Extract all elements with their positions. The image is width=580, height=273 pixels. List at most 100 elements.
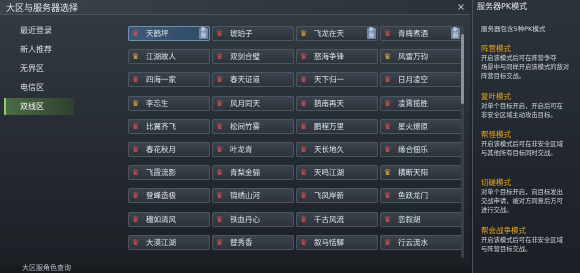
server-cell[interactable]: ♛ 鹏程万里 bbox=[296, 118, 378, 134]
server-cell[interactable]: ♛ 鱼跃龙门 bbox=[380, 188, 462, 204]
crown-icon: ♛ bbox=[132, 145, 140, 154]
pk-mode-4: 帮会战争模式 开启该模式后可在非安全区域 与阵营目标交战。 bbox=[481, 226, 579, 254]
crown-icon: ♛ bbox=[132, 29, 140, 38]
server-cell[interactable]: ♛ 风雷万钧 bbox=[380, 49, 462, 65]
server-name: 锦绣山河 bbox=[230, 191, 260, 201]
server-name: 叙马恬驛 bbox=[314, 237, 344, 247]
server-cell[interactable]: ♛ 叙马恬驛 bbox=[296, 234, 378, 250]
server-name: 双剑合璧 bbox=[230, 52, 260, 62]
crown-icon: ♛ bbox=[132, 168, 140, 178]
server-cell[interactable]: ♛ 登峰造极 bbox=[128, 188, 210, 204]
server-cell[interactable]: ♛ 行云流水 bbox=[380, 234, 462, 250]
server-cell[interactable]: ♛ 鹊南再天 bbox=[296, 95, 378, 111]
server-name: 琥珀子 bbox=[230, 29, 253, 38]
pk-mode-desc: 开启该模式后可在非安全区域 bbox=[481, 141, 563, 148]
sidebar-item-4[interactable]: 双线区 bbox=[4, 98, 74, 115]
server-cell[interactable]: ♛ 天鸣江湖 bbox=[296, 165, 378, 181]
server-cell[interactable]: ♛ 春花秋月 bbox=[128, 142, 210, 157]
server-cell[interactable]: ♛ 双剑合璧 bbox=[212, 49, 294, 65]
crown-icon: ♛ bbox=[216, 75, 224, 85]
crown-icon: ♛ bbox=[300, 214, 308, 224]
server-cell[interactable]: ♛ 江湖故人 bbox=[128, 49, 210, 65]
server-name: 怒海争锋 bbox=[314, 52, 344, 62]
pk-mode-desc: 对单个目标开启，向目标发出 bbox=[481, 189, 563, 196]
crown-icon: ♛ bbox=[300, 29, 308, 38]
server-name: 铁血丹心 bbox=[230, 214, 260, 224]
server-cell[interactable]: ♛ 天长地久 bbox=[296, 142, 378, 157]
server-cell[interactable]: ♛ 凌霄揽胜 bbox=[380, 95, 462, 111]
region-sidebar: 最近登录新人推荐无界区电信区双线区 bbox=[4, 22, 74, 117]
server-cell[interactable]: ♛ 锦绣山河 bbox=[212, 188, 294, 204]
server-cell[interactable]: ♛ 青梅煮酒 新服 bbox=[380, 26, 462, 41]
crown-icon: ♛ bbox=[300, 52, 308, 62]
server-cell[interactable]: ♛ 替秀香 bbox=[212, 234, 294, 250]
server-cell[interactable]: ♛ 琥珀子 bbox=[212, 26, 294, 41]
crown-icon: ♛ bbox=[384, 191, 392, 201]
crown-icon: ♛ bbox=[132, 191, 140, 201]
crown-icon: ♛ bbox=[216, 145, 224, 154]
server-cell[interactable]: ♛ 千古风流 bbox=[296, 211, 378, 227]
server-cell[interactable]: ♛ 叶龙青 bbox=[212, 142, 294, 157]
server-cell[interactable]: ♛ 天鹤坪 新服 bbox=[128, 26, 210, 41]
server-cell[interactable]: ♛ 日月凌空 bbox=[380, 72, 462, 88]
server-cell[interactable]: ♛ 四海一家 bbox=[128, 72, 210, 88]
server-name: 青梅煮酒 bbox=[398, 29, 428, 38]
server-cell[interactable]: ♛ 穗如清风 bbox=[128, 211, 210, 227]
server-cell[interactable]: ♛ 星火燎原 bbox=[380, 118, 462, 134]
sidebar-item-1[interactable]: 新人推荐 bbox=[4, 41, 74, 58]
server-cell[interactable]: ♛ 春天证道 bbox=[212, 72, 294, 88]
server-cell[interactable]: ♛ 风月同天 bbox=[212, 95, 294, 111]
server-cell[interactable]: ♛ 天下归一 bbox=[296, 72, 378, 88]
crown-icon: ♛ bbox=[132, 121, 140, 131]
crown-icon: ♛ bbox=[300, 237, 308, 247]
server-cell[interactable]: ♛ 横断天阳 bbox=[380, 165, 462, 181]
server-name: 登峰造极 bbox=[146, 191, 176, 201]
crown-icon: ♛ bbox=[384, 29, 392, 38]
sidebar-item-2[interactable]: 无界区 bbox=[4, 60, 74, 77]
sidebar-item-3[interactable]: 电信区 bbox=[4, 79, 74, 96]
crown-icon: ♛ bbox=[300, 168, 308, 178]
server-name: 青梨金骊 bbox=[230, 168, 260, 178]
new-server-badge: 新服 bbox=[199, 27, 208, 39]
app-window: 大区与服务器选择 × 最近登录 新人推荐 无界区 电信区 双线区 ♛ 天鹤坪 新服 ♛ 琥珀子 ♛… bbox=[0, 0, 580, 273]
server-cell[interactable]: ♛ 铁血丹心 bbox=[212, 211, 294, 227]
pk-mode-1: 复叶模式 对单个目标开启，开启后可在 非安全区域主动攻击目标。 bbox=[481, 92, 579, 120]
server-name: 星火燎原 bbox=[398, 121, 428, 131]
server-cell[interactable]: ♛ 飞龙在天 新服 bbox=[296, 26, 378, 41]
crown-icon: ♛ bbox=[132, 237, 140, 247]
server-name: 穗如清风 bbox=[146, 214, 176, 224]
server-cell[interactable]: ♛ 松间竹雾 bbox=[212, 118, 294, 134]
crown-icon: ♛ bbox=[384, 145, 392, 154]
scroll-thumb[interactable] bbox=[461, 34, 464, 104]
server-name: 比翼齐飞 bbox=[146, 121, 176, 131]
server-name: 替秀香 bbox=[230, 237, 253, 247]
pk-mode-desc: 非安全区域主动攻击目标。 bbox=[481, 112, 557, 119]
server-cell[interactable]: ♛ 飞凤岸新 bbox=[296, 188, 378, 204]
server-cell[interactable]: ♛ 大漠江湖 bbox=[128, 234, 210, 250]
server-cell[interactable]: ♛ 飞霞流影 bbox=[128, 165, 210, 181]
crown-icon: ♛ bbox=[384, 75, 392, 85]
server-name: 千古风流 bbox=[314, 214, 344, 224]
pk-panel-title: 服务器PK模式 bbox=[477, 2, 528, 11]
server-name: 恋叙胡 bbox=[398, 214, 421, 224]
server-cell[interactable]: ♛ 怒海争锋 bbox=[296, 49, 378, 65]
server-cell[interactable]: ♛ 李忘生 bbox=[128, 95, 210, 111]
pk-mode-desc: 场景中与同样开启该模式的敌对 bbox=[481, 64, 570, 71]
server-cell[interactable]: ♛ 比翼齐飞 bbox=[128, 118, 210, 134]
sidebar-item-0[interactable]: 最近登录 bbox=[4, 22, 74, 39]
crown-icon: ♛ bbox=[216, 52, 224, 62]
server-scrollbar[interactable] bbox=[461, 26, 464, 258]
server-cell[interactable]: ♛ 缘合佃乐 bbox=[380, 142, 462, 157]
server-name: 天长地久 bbox=[314, 145, 344, 154]
close-icon[interactable]: × bbox=[454, 0, 468, 14]
server-cell[interactable]: ♛ 青梨金骊 bbox=[212, 165, 294, 181]
pk-mode-name: 切磋模式 bbox=[481, 178, 511, 187]
server-cell[interactable]: ♛ 恋叙胡 bbox=[380, 211, 462, 227]
crown-icon: ♛ bbox=[300, 191, 308, 201]
crown-icon: ♛ bbox=[216, 29, 224, 38]
server-name: 鱼跃龙门 bbox=[398, 191, 428, 201]
server-name: 缘合佃乐 bbox=[398, 145, 428, 154]
server-name: 大漠江湖 bbox=[146, 237, 176, 247]
crown-icon: ♛ bbox=[384, 98, 392, 108]
role-query-link[interactable]: 大区服角色查询 bbox=[22, 263, 71, 273]
